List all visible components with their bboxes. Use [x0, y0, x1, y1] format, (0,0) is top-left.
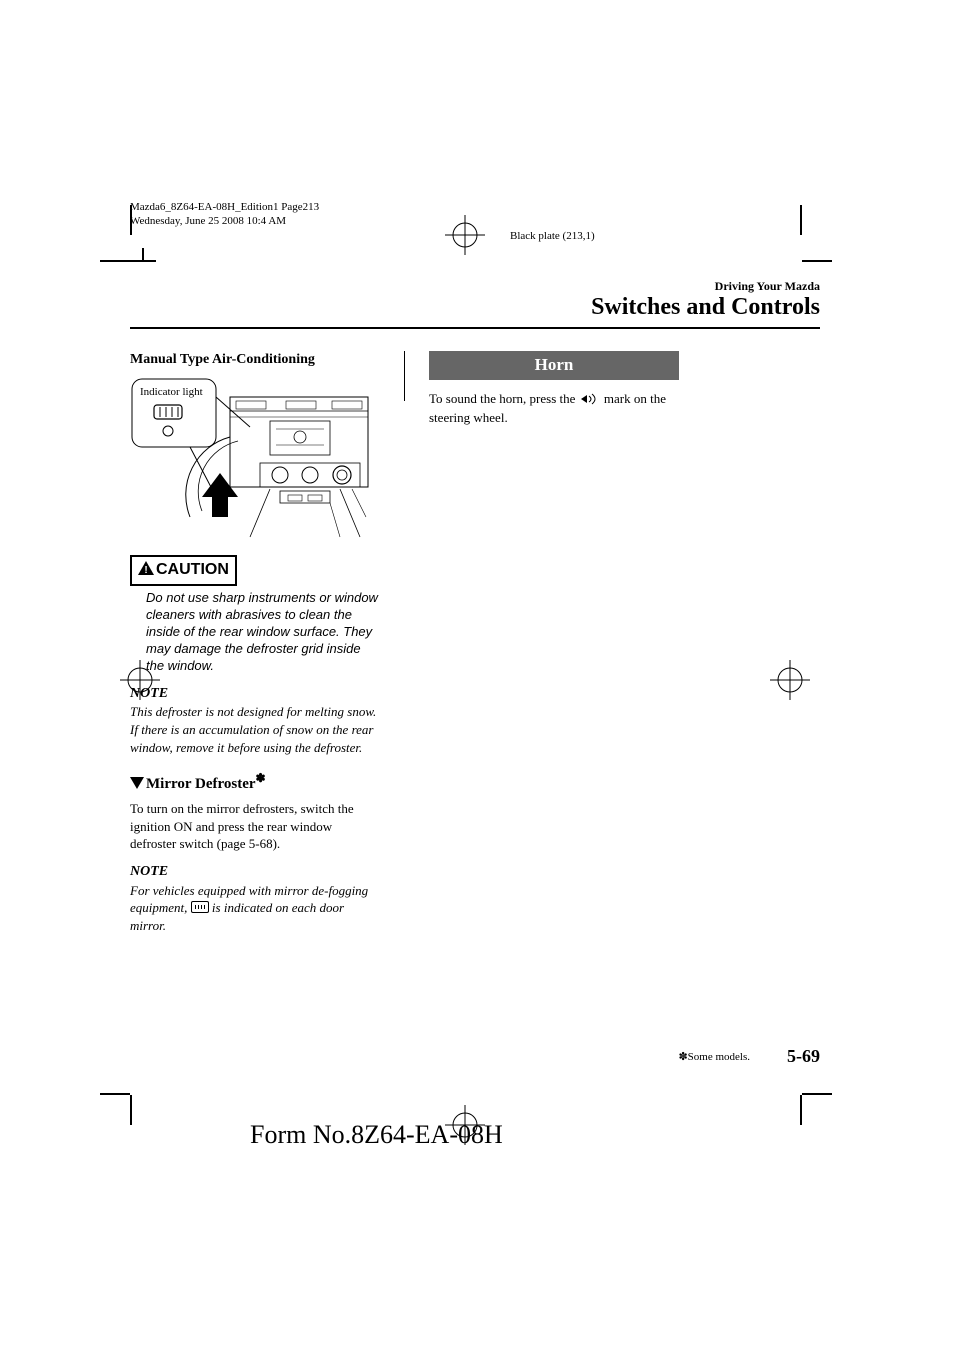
section-rule: [130, 327, 820, 329]
warning-triangle-icon: !: [138, 560, 154, 582]
horn-title: Horn: [429, 351, 679, 380]
crop-mark: [800, 1095, 802, 1125]
crop-mark: [100, 260, 130, 262]
form-number: Form No.8Z64-EA-08H: [250, 1120, 503, 1150]
dashboard-illustration: Indicator light: [130, 377, 370, 547]
crop-mark: [802, 1093, 832, 1095]
caution-text: Do not use sharp instruments or window c…: [146, 590, 380, 674]
crop-mark: [130, 1095, 132, 1125]
note-body-2: For vehicles equipped with mirror de-fog…: [130, 882, 380, 935]
note-heading: NOTE: [130, 685, 380, 704]
svg-text:!: !: [144, 565, 147, 575]
mirror-defroster-body: To turn on the mirror defrosters, switch…: [130, 800, 380, 853]
caution-box: ! CAUTION: [130, 555, 237, 586]
doc-id: Mazda6_8Z64-EA-08H_Edition1 Page213: [130, 200, 820, 214]
horn-body: To sound the horn, press the mark on the…: [429, 390, 679, 427]
note-body: This defroster is not designed for melti…: [130, 703, 380, 756]
triangle-bullet-icon: [130, 777, 144, 789]
note-heading-2: NOTE: [130, 863, 380, 882]
asterisk-icon: ✽: [256, 771, 266, 785]
asterisk-icon: ✽: [678, 1051, 687, 1063]
mirror-defroster-heading: Mirror Defroster: [146, 776, 256, 792]
defroster-icon: [191, 901, 209, 913]
some-models-note: ✽Some models.: [678, 1050, 750, 1063]
caution-label: CAUTION: [156, 561, 229, 578]
crop-mark: [100, 1093, 130, 1095]
page-number: 5-69: [787, 1046, 820, 1067]
section-title: Switches and Controls: [130, 294, 820, 321]
indicator-light-text: Indicator light: [140, 385, 203, 400]
doc-date: Wednesday, June 25 2008 10:4 AM: [130, 214, 820, 228]
ac-heading: Manual Type Air-Conditioning: [130, 351, 380, 370]
section-small: Driving Your Mazda: [130, 279, 820, 294]
horn-icon: [579, 392, 601, 410]
column-divider: [404, 351, 405, 401]
